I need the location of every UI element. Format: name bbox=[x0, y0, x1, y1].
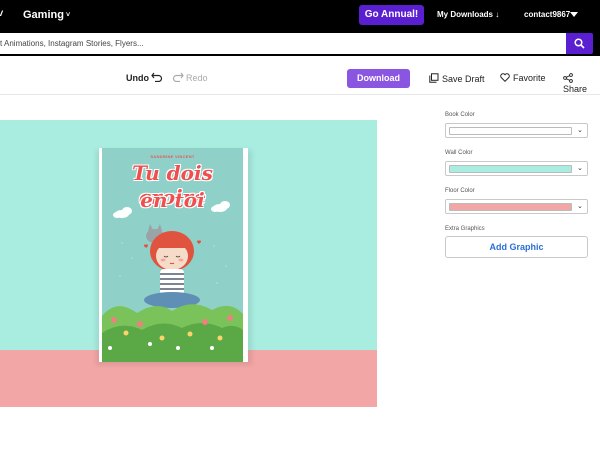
share-button[interactable]: Share bbox=[563, 73, 600, 94]
wall-color-picker[interactable]: ⌄ bbox=[445, 161, 588, 176]
caret-down-icon[interactable] bbox=[570, 12, 578, 17]
save-draft-button[interactable]: Save Draft bbox=[429, 73, 485, 84]
share-icon bbox=[563, 73, 573, 83]
account-menu[interactable]: contact9867 bbox=[524, 10, 570, 19]
share-label: Share bbox=[563, 84, 588, 94]
book-illustration bbox=[102, 201, 243, 362]
favorite-label: Favorite bbox=[513, 73, 546, 83]
extra-graphics-label: Extra Graphics bbox=[445, 226, 485, 232]
book-mockup[interactable]: SANDRINE VINCENT Tu dois croire en toi bbox=[99, 148, 248, 362]
book-color-label: Book Color bbox=[445, 112, 475, 118]
undo-icon[interactable] bbox=[151, 72, 163, 82]
search-button[interactable] bbox=[566, 33, 593, 54]
my-downloads-label: My Downloads bbox=[437, 10, 494, 19]
mockup-preview[interactable]: SANDRINE VINCENT Tu dois croire en toi bbox=[0, 120, 377, 407]
redo-button[interactable]: Redo bbox=[186, 73, 208, 83]
favorite-button[interactable]: Favorite bbox=[500, 73, 546, 83]
chevron-down-icon: ˅ bbox=[65, 12, 71, 19]
chevron-down-icon: ⌄ bbox=[577, 165, 583, 172]
floor-color-swatch bbox=[449, 203, 572, 211]
save-draft-icon bbox=[429, 73, 439, 83]
book-cover-image: SANDRINE VINCENT Tu dois croire en toi bbox=[102, 148, 243, 362]
search-bar bbox=[0, 31, 600, 56]
book-color-picker[interactable]: ⌄ bbox=[445, 123, 588, 138]
nav-gaming-label: Gaming bbox=[23, 9, 64, 21]
my-downloads-link[interactable]: My Downloads ↓ bbox=[437, 10, 499, 19]
floor-color-label: Floor Color bbox=[445, 188, 475, 194]
top-navigation-bar: ˅ Gaming ˅ Go Annual! My Downloads ↓ cont… bbox=[0, 0, 600, 31]
undo-button[interactable]: Undo bbox=[126, 73, 149, 83]
download-button[interactable]: Download bbox=[347, 69, 410, 88]
add-graphic-button[interactable]: Add Graphic bbox=[445, 236, 588, 258]
search-input[interactable] bbox=[0, 33, 566, 54]
search-icon bbox=[574, 38, 585, 49]
editor-toolbar: Undo Redo Download Save Draft Favorite S… bbox=[0, 63, 600, 95]
book-color-swatch bbox=[449, 127, 572, 135]
chevron-down-icon: ⌄ bbox=[577, 127, 583, 134]
nav-item-gaming[interactable]: Gaming ˅ bbox=[23, 9, 70, 21]
wall-color-swatch bbox=[449, 165, 572, 173]
heart-icon bbox=[500, 73, 510, 82]
nav-cutoff-chevron-icon[interactable]: ˅ bbox=[0, 8, 3, 20]
download-arrow-icon: ↓ bbox=[495, 10, 500, 19]
wall-color-label: Wall Color bbox=[445, 150, 473, 156]
save-draft-label: Save Draft bbox=[442, 74, 485, 84]
chevron-down-icon: ⌄ bbox=[577, 203, 583, 210]
floor-color-picker[interactable]: ⌄ bbox=[445, 199, 588, 214]
go-annual-button[interactable]: Go Annual! bbox=[359, 5, 424, 25]
redo-icon[interactable] bbox=[172, 72, 184, 82]
